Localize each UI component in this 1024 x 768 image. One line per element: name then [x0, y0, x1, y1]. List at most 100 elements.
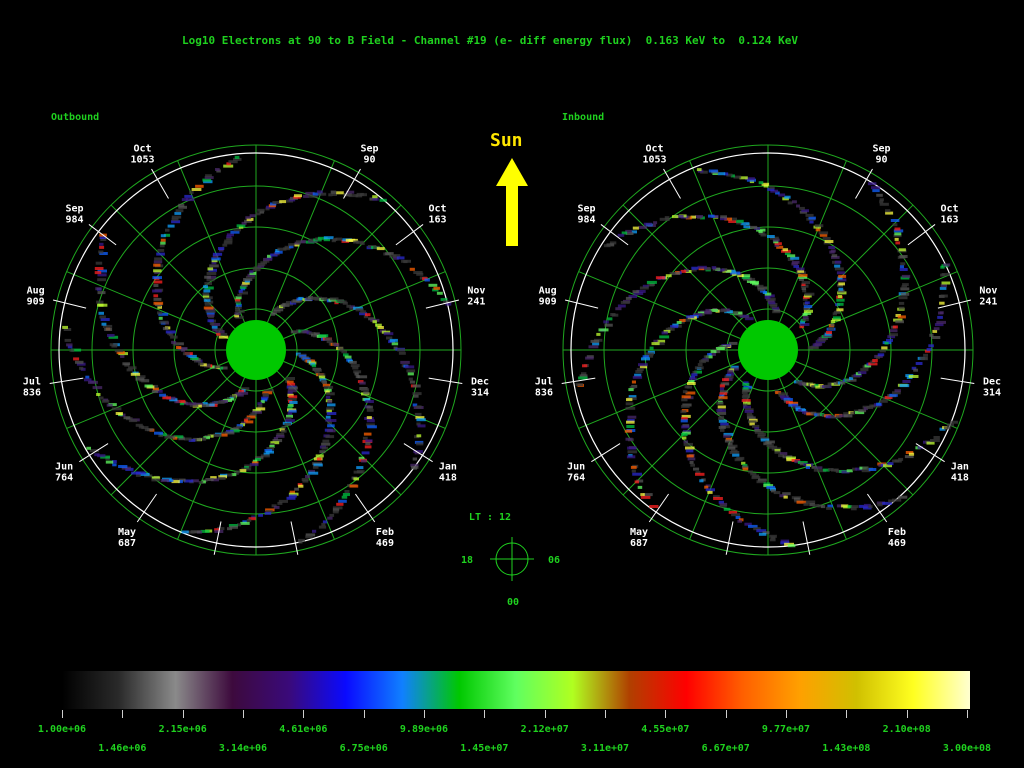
- flux-cell: [625, 296, 632, 300]
- flux-cell: [717, 405, 726, 409]
- flux-cell: [769, 538, 776, 542]
- flux-cell: [101, 399, 110, 403]
- flux-cell: [933, 327, 940, 331]
- flux-cell: [135, 377, 145, 381]
- flux-cell: [181, 198, 189, 202]
- colorbar-tick-mark: [424, 710, 425, 718]
- colorbar-tick-mark: [906, 710, 908, 718]
- flux-cell: [305, 475, 311, 478]
- flux-cell: [288, 395, 298, 399]
- flux-cell: [783, 495, 788, 499]
- flux-cell: [588, 345, 599, 349]
- flux-cell: [804, 301, 810, 305]
- flux-cell: [681, 433, 688, 436]
- flux-cell: [933, 436, 940, 439]
- colorbar-tick-label: 2.10e+08: [882, 724, 931, 735]
- day-label: 764: [55, 472, 73, 483]
- flux-cell: [943, 426, 951, 430]
- flux-cell: [349, 360, 357, 364]
- flux-cell: [203, 285, 208, 289]
- flux-cell: [69, 348, 75, 352]
- flux-cell: [165, 228, 170, 232]
- flux-cell: [627, 446, 637, 450]
- flux-cell: [659, 217, 670, 221]
- flux-cell: [931, 336, 941, 339]
- flux-cell: [836, 308, 844, 312]
- flux-cell: [837, 295, 842, 298]
- flux-cell: [321, 522, 326, 526]
- flux-cell: [940, 294, 948, 298]
- flux-cell: [881, 346, 888, 350]
- day-label: 687: [118, 538, 136, 549]
- flux-cell: [596, 332, 601, 336]
- flux-cell: [625, 437, 633, 441]
- flux-cell: [758, 181, 764, 185]
- flux-cell: [722, 378, 729, 382]
- colorbar-tick-mark: [303, 710, 305, 718]
- flux-cell: [226, 233, 234, 237]
- flux-cell: [184, 437, 192, 441]
- flux-cell: [327, 424, 335, 428]
- flux-cell: [323, 385, 334, 389]
- flux-cell: [575, 383, 584, 387]
- flux-cell: [632, 290, 640, 294]
- flux-cell: [727, 369, 734, 373]
- flux-cell: [898, 495, 908, 499]
- flux-cell: [85, 375, 90, 379]
- flux-cell: [184, 194, 193, 198]
- flux-cell: [316, 190, 323, 194]
- flux-cell: [153, 284, 159, 287]
- flux-cell: [822, 237, 831, 240]
- flux-cell: [690, 463, 695, 467]
- flux-cell: [227, 527, 233, 531]
- flux-cell: [839, 381, 846, 385]
- flux-cell: [928, 344, 934, 348]
- flux-cell: [365, 442, 371, 446]
- flux-cell: [218, 247, 225, 250]
- flux-cell: [436, 291, 443, 295]
- flux-cell: [603, 320, 609, 324]
- flux-cell: [685, 449, 694, 453]
- flux-cell: [286, 496, 296, 500]
- flux-cell: [367, 425, 377, 429]
- flux-cell: [294, 194, 302, 198]
- flux-cell: [412, 384, 421, 388]
- flux-cell: [157, 311, 163, 315]
- flux-cell: [354, 372, 359, 376]
- day-label: 418: [951, 472, 969, 483]
- flux-cell: [723, 507, 731, 511]
- flux-cell: [363, 432, 372, 436]
- flux-cell: [153, 297, 162, 301]
- flux-cell: [834, 267, 844, 271]
- flux-cell: [872, 189, 880, 193]
- flux-cell: [627, 415, 637, 419]
- month-label: Oct: [133, 143, 151, 154]
- colorbar-tick-mark: [846, 710, 848, 718]
- flux-cell: [720, 215, 727, 219]
- flux-cell: [365, 313, 371, 317]
- flux-cell: [640, 493, 645, 497]
- flux-cell: [875, 355, 880, 359]
- flux-cell: [203, 289, 211, 293]
- grid-spoke: [795, 361, 958, 429]
- flux-cell: [204, 275, 211, 279]
- flux-cell: [950, 420, 959, 424]
- flux-cell: [258, 513, 263, 517]
- flux-cell: [99, 245, 105, 249]
- flux-cell: [708, 169, 718, 173]
- flux-cell: [154, 257, 163, 261]
- flux-cell: [104, 328, 113, 331]
- flux-cell: [86, 446, 91, 450]
- flux-cell: [892, 223, 898, 227]
- flux-cell: [653, 221, 658, 225]
- flux-cell: [159, 320, 169, 324]
- flux-cell: [341, 495, 348, 499]
- flux-cell: [711, 266, 717, 270]
- flux-cell: [626, 420, 635, 424]
- flux-cell: [814, 224, 824, 228]
- flux-cell: [107, 334, 115, 337]
- month-leader: [88, 224, 117, 246]
- flux-cell: [95, 287, 102, 291]
- flux-cell: [191, 188, 202, 191]
- flux-cell: [366, 405, 373, 409]
